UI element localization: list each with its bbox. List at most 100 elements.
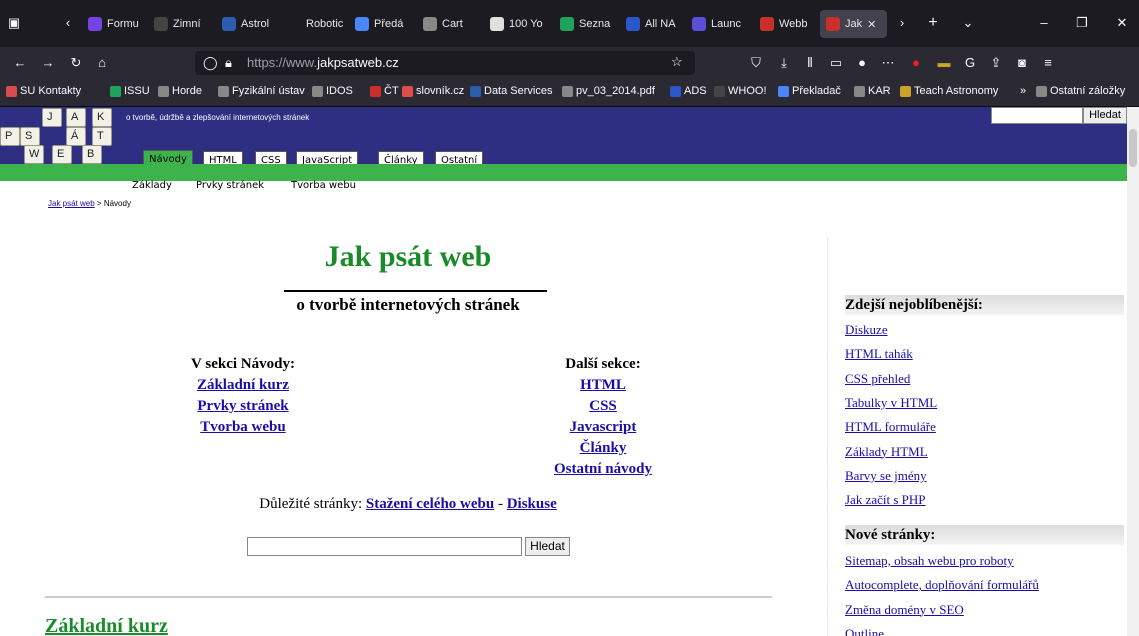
section-links-left: V sekci Návody: Základní kurz Prvky strán… bbox=[160, 354, 326, 438]
home-icon[interactable]: ⌂ bbox=[94, 55, 110, 71]
forward-icon[interactable]: → bbox=[40, 55, 56, 71]
download-site-link[interactable]: Stažení celého webu bbox=[366, 496, 494, 512]
section-link[interactable]: Tvorba webu bbox=[160, 417, 326, 438]
bookmark-item[interactable]: slovník.cz bbox=[402, 85, 464, 97]
minimize-icon[interactable]: – bbox=[1036, 15, 1052, 31]
section-title[interactable]: Základní kurz bbox=[45, 615, 168, 636]
bookmark-item[interactable]: Horde bbox=[158, 85, 202, 97]
subnav-link[interactable]: Prvky stránek bbox=[196, 180, 264, 191]
section-link[interactable]: Články bbox=[530, 438, 676, 459]
bookmarks-overflow-icon[interactable]: » bbox=[1020, 85, 1026, 97]
close-window-icon[interactable]: ✕ bbox=[1114, 15, 1130, 31]
scrollbar-thumb[interactable] bbox=[1129, 129, 1137, 167]
section-link[interactable]: Prvky stránek bbox=[160, 396, 326, 417]
header-search-input[interactable] bbox=[991, 107, 1083, 124]
sidebar-icon[interactable]: ▭ bbox=[828, 55, 844, 71]
page-scrollbar[interactable] bbox=[1127, 107, 1139, 636]
restore-icon[interactable]: ❐ bbox=[1074, 15, 1090, 31]
popular-link[interactable]: Barvy se jmény bbox=[845, 468, 927, 484]
popular-link[interactable]: Základy HTML bbox=[845, 444, 928, 460]
shield-icon[interactable]: ◯ bbox=[203, 55, 218, 71]
browser-tab[interactable]: Astrol bbox=[222, 10, 277, 38]
bookmark-item[interactable]: Překladač bbox=[778, 85, 841, 97]
browser-tab[interactable]: Předá bbox=[355, 10, 413, 38]
bookmark-item[interactable]: SU Kontakty bbox=[6, 85, 81, 97]
popular-link[interactable]: Diskuze bbox=[845, 322, 888, 338]
bookmark-label: slovník.cz bbox=[416, 85, 465, 97]
browser-tab[interactable]: Robotic Te bbox=[287, 10, 345, 38]
popular-link[interactable]: HTML formuláře bbox=[845, 419, 936, 435]
tab-label: Webb bbox=[779, 18, 808, 30]
extension-bar-icon[interactable]: ▬ bbox=[936, 55, 952, 71]
logo-key: S bbox=[20, 127, 40, 146]
url-text: https://www.jakpsatweb.cz bbox=[247, 55, 399, 70]
bookmark-item[interactable]: Data Services bbox=[470, 85, 552, 97]
bookmark-item[interactable]: pv_03_2014.pdf bbox=[562, 85, 655, 97]
browser-tab[interactable]: Webb bbox=[760, 10, 812, 38]
bookmark-item[interactable]: Teach Astronomy bbox=[900, 85, 998, 97]
tab-scroll-right-icon[interactable]: › bbox=[894, 15, 910, 31]
browser-tab[interactable]: Zimní bbox=[154, 10, 212, 38]
extension-red-icon[interactable]: ● bbox=[908, 55, 924, 71]
logo-key: P bbox=[0, 127, 20, 146]
extension-t-icon[interactable]: ● bbox=[854, 55, 870, 71]
pocket-icon[interactable]: ⛉ bbox=[748, 55, 764, 71]
new-tab-icon[interactable]: + bbox=[925, 15, 941, 31]
share-icon[interactable]: ⇪ bbox=[988, 55, 1004, 71]
tab-overview-icon[interactable]: ▣ bbox=[6, 15, 22, 31]
main-search-input[interactable] bbox=[247, 537, 522, 556]
discussion-link[interactable]: Diskuse bbox=[507, 496, 557, 512]
lock-icon[interactable]: 🔒︎ bbox=[225, 55, 232, 71]
browser-tab[interactable]: Cart bbox=[423, 10, 478, 38]
popular-link[interactable]: Jak začít s PHP bbox=[845, 492, 926, 508]
breadcrumb-home-link[interactable]: Jak psát web bbox=[48, 199, 95, 208]
address-bar[interactable]: ◯ 🔒︎ https://www.jakpsatweb.cz ☆ bbox=[195, 51, 695, 75]
popular-link[interactable]: HTML tahák bbox=[845, 346, 913, 362]
bookmark-item[interactable]: IDOS bbox=[312, 85, 353, 97]
bookmark-star-icon[interactable]: ☆ bbox=[671, 54, 683, 70]
reload-icon[interactable]: ↻ bbox=[68, 55, 84, 71]
bookmark-item[interactable]: ČT bbox=[370, 85, 399, 97]
bookmark-label: ČT bbox=[384, 85, 399, 97]
browser-tab[interactable]: Launc bbox=[692, 10, 750, 38]
section-link[interactable]: CSS bbox=[530, 396, 676, 417]
bookmark-item[interactable]: Ostatní záložky bbox=[1036, 85, 1125, 97]
bookmark-item[interactable]: Fyzikální ústav bbox=[218, 85, 305, 97]
extension-dots-icon[interactable]: ⋯ bbox=[880, 55, 896, 71]
subnav-link[interactable]: Základy bbox=[132, 180, 172, 191]
bookmark-item[interactable]: ISSU bbox=[110, 85, 150, 97]
bookmark-item[interactable]: ADS bbox=[670, 85, 707, 97]
menu-icon[interactable]: ≡ bbox=[1040, 55, 1056, 71]
tab-scroll-left-icon[interactable]: ‹ bbox=[60, 15, 76, 31]
logo-key: J bbox=[42, 108, 62, 127]
new-page-link[interactable]: Změna domény v SEO bbox=[845, 602, 964, 618]
library-icon[interactable]: ⫴ bbox=[802, 55, 818, 71]
back-icon[interactable]: ← bbox=[12, 55, 28, 71]
header-search-button[interactable]: Hledat bbox=[1083, 107, 1127, 124]
main-search-button[interactable]: Hledat bbox=[525, 537, 570, 556]
new-page-link[interactable]: Outline bbox=[845, 626, 884, 636]
new-page-link[interactable]: Autocomplete, doplňování formulářů bbox=[845, 577, 1039, 593]
list-tabs-icon[interactable]: ⌄ bbox=[960, 15, 976, 31]
section-link[interactable]: Javascript bbox=[530, 417, 676, 438]
browser-tab[interactable]: 100 Yo bbox=[490, 10, 550, 38]
new-page-link[interactable]: Sitemap, obsah webu pro roboty bbox=[845, 553, 1014, 569]
section-link[interactable]: Ostatní návody bbox=[530, 459, 676, 480]
bookmark-item[interactable]: KAR bbox=[854, 85, 891, 97]
extension-g-icon[interactable]: G bbox=[962, 55, 978, 71]
bookmark-label: Překladač bbox=[792, 85, 841, 97]
subnav-link[interactable]: Tvorba webu bbox=[291, 180, 356, 191]
bookmark-item[interactable]: WHOO! bbox=[714, 85, 767, 97]
browser-tab[interactable]: Formu bbox=[88, 10, 143, 38]
browser-tab[interactable]: All NA bbox=[626, 10, 681, 38]
account-icon[interactable]: ◙ bbox=[1014, 55, 1030, 71]
popular-link[interactable]: Tabulky v HTML bbox=[845, 395, 937, 411]
section-link[interactable]: Základní kurz bbox=[160, 375, 326, 396]
popular-heading: Zdejší nejoblíbenější: bbox=[845, 295, 1124, 315]
tab-close-icon[interactable]: ✕ bbox=[867, 18, 876, 31]
browser-tab[interactable]: Jak ✕ bbox=[820, 10, 887, 38]
downloads-icon[interactable]: ⤓ bbox=[776, 55, 792, 71]
popular-link[interactable]: CSS přehled bbox=[845, 371, 910, 387]
browser-tab[interactable]: Sezna bbox=[560, 10, 615, 38]
section-link[interactable]: HTML bbox=[530, 375, 676, 396]
